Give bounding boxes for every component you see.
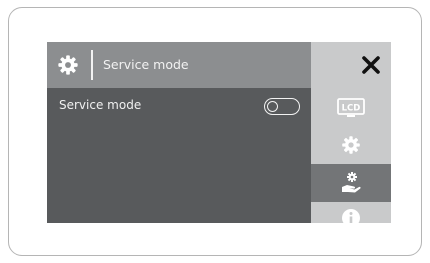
screen: Service mode Service mode LCD [47,42,391,223]
service-mode-toggle[interactable] [264,98,300,115]
service-hand-icon [342,172,361,193]
toggle-knob [267,100,278,112]
gear-icon [342,136,360,154]
info-icon [342,209,360,223]
sidebar-item-settings[interactable] [311,126,391,164]
lcd-label: LCD [342,104,361,114]
page-title: Service mode [103,57,189,72]
header-bar: Service mode [47,42,311,88]
sidebar-item-lcd[interactable]: LCD [311,88,391,126]
lcd-icon: LCD [337,98,365,117]
service-mode-label: Service mode [59,98,142,112]
content-area: Service mode [47,88,311,223]
sidebar-item-info[interactable] [311,202,391,223]
header-separator [91,50,93,80]
close-icon[interactable] [359,53,383,77]
sidebar-item-service[interactable] [311,164,391,202]
gear-icon [58,55,78,75]
sidebar: LCD [311,42,391,223]
